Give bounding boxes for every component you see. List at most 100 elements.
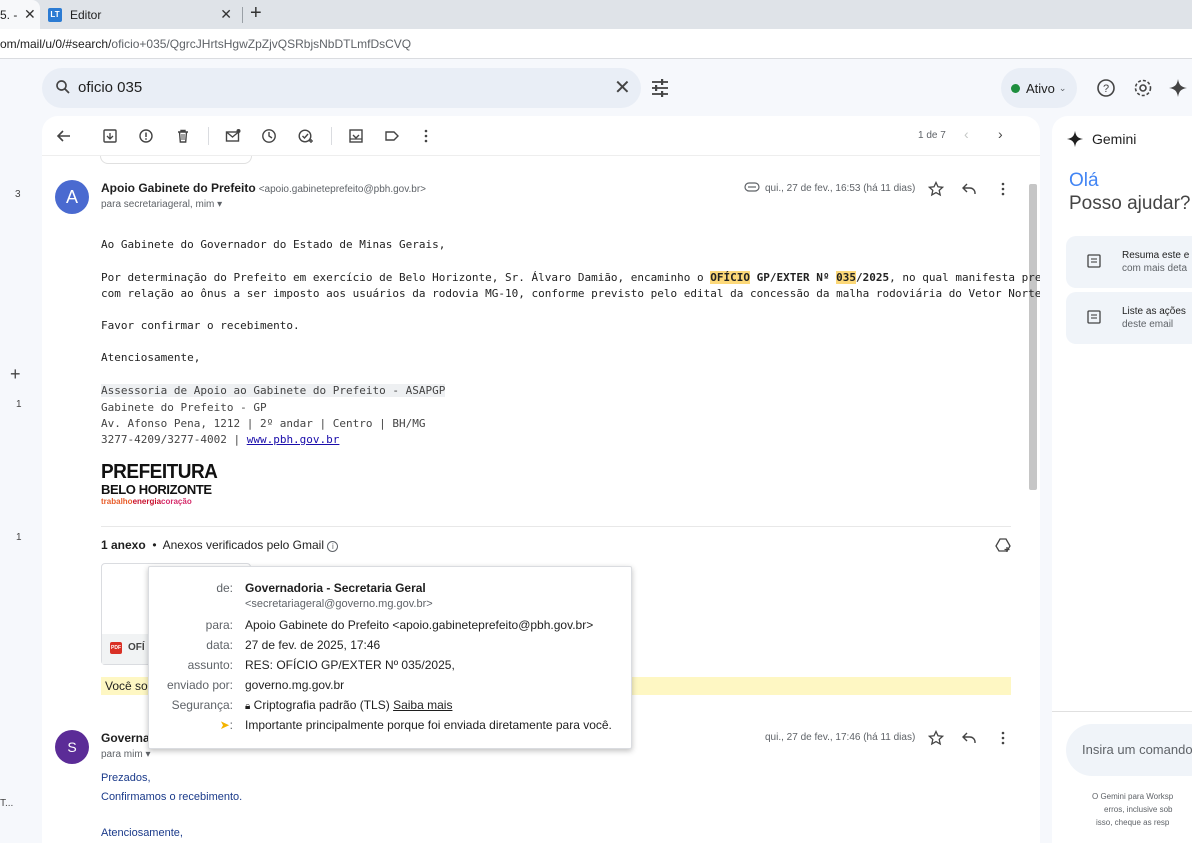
sender-name[interactable]: Apoio Gabinete do Prefeito <apoio.gabinet… [101, 181, 426, 195]
new-tab-icon[interactable]: + [250, 2, 262, 25]
search-options-icon[interactable] [650, 78, 670, 98]
gemini-sparkle-icon[interactable] [1168, 78, 1188, 98]
close-icon[interactable]: ✕ [220, 6, 232, 23]
chevron-down-icon: ▾ [145, 749, 151, 760]
status-dot [1011, 83, 1020, 93]
gemini-greeting: Olá [1069, 170, 1099, 191]
delete-trash-icon[interactable] [175, 128, 191, 144]
save-to-drive-icon[interactable] [995, 537, 1011, 553]
rail-label[interactable]: T... [0, 798, 13, 809]
settings-gear-icon[interactable] [1133, 78, 1153, 98]
gemini-suggestion-actions[interactable]: Liste as ações deste email [1066, 292, 1192, 344]
tab-gmail[interactable]: 5. - ✕ [0, 0, 40, 29]
info-icon[interactable]: i [327, 541, 339, 552]
status-selector[interactable]: Ativo ⌄ [1001, 68, 1077, 108]
attachments-verified: Anexos verificados pelo Gmail [162, 538, 324, 552]
move-to-icon[interactable] [348, 128, 364, 144]
detail-value: Governadoria - Secretaria Geral [245, 581, 426, 595]
snooze-clock-icon[interactable] [261, 128, 277, 144]
archive-icon[interactable] [102, 128, 118, 144]
website-link[interactable]: www.pbh.gov.br [247, 433, 340, 446]
help-icon[interactable]: ? [1096, 78, 1116, 98]
recipients-details-toggle[interactable]: para secretariageral, mim ▾ [101, 199, 222, 210]
svg-text:?: ? [1103, 83, 1109, 95]
add-label-icon[interactable]: + [10, 364, 21, 385]
rail-count: 1 [16, 532, 22, 543]
gemini-suggestion-summarize[interactable]: Resuma este e com mais deta [1066, 236, 1192, 288]
attachments-header: 1 anexo • Anexos verificados pelo Gmail … [101, 538, 339, 552]
detail-label: para: [205, 618, 233, 632]
previous-page-icon[interactable]: ‹ [964, 126, 969, 142]
search-input[interactable]: oficio 035 [78, 79, 142, 96]
gemini-title: Gemini [1092, 131, 1137, 147]
languagetool-icon: LT [48, 7, 62, 22]
mark-unread-icon[interactable] [225, 128, 241, 144]
signature-line: Gabinete do Prefeito - GP [101, 401, 267, 414]
more-options-icon[interactable] [418, 128, 434, 144]
logo-line: PREFEITURA [101, 461, 218, 484]
avatar[interactable]: A [55, 180, 89, 214]
logo-word: energia [132, 497, 162, 506]
detail-label: data: [206, 638, 233, 652]
importance-colon: : [229, 718, 233, 732]
tab-editor-label: Editor [70, 7, 102, 22]
email-paragraph: Por determinação do Prefeito em exercíci… [101, 271, 1040, 284]
url-text[interactable]: om/mail/u/0/#search/oficio+035/QgrcJHrts… [0, 37, 411, 51]
detail-value: RES: OFÍCIO GP/EXTER Nº 035/2025, [245, 658, 455, 672]
sender-name[interactable]: Governa [101, 731, 150, 745]
importance-marker-icon: ➤ [219, 718, 230, 732]
reply-body-line: Prezados, [101, 772, 151, 784]
email-date: qui., 27 de fev., 17:46 (há 11 dias) [765, 732, 916, 743]
scrollbar-thumb[interactable] [1029, 184, 1037, 490]
avatar[interactable]: S [55, 730, 89, 764]
search-bar[interactable]: oficio 035 ✕ [42, 68, 668, 108]
star-icon[interactable] [928, 181, 944, 197]
address-bar[interactable]: om/mail/u/0/#search/oficio+035/QgrcJHrts… [0, 29, 1192, 59]
detail-label: enviado por: [166, 678, 233, 692]
recipients-text: para mim [101, 749, 143, 760]
tab-gmail-label: 5. - [0, 7, 18, 22]
add-task-icon[interactable] [298, 128, 314, 144]
gemini-prompt-input[interactable]: Insira um comando [1066, 724, 1192, 776]
detail-value: <secretariageral@governo.mg.gov.br> [245, 598, 433, 610]
reply-icon[interactable] [961, 181, 977, 197]
signature-line: Assessoria de Apoio ao Gabinete do Prefe… [101, 384, 446, 397]
sender-email: <apoio.gabineteprefeito@pbh.gov.br> [258, 184, 427, 195]
clear-search-icon[interactable]: ✕ [614, 75, 631, 100]
message-toolbar: 1 de 7 ‹ › [42, 116, 1040, 156]
gemini-disclaimer: erros, inclusive sob [1104, 805, 1173, 814]
search-highlight: 035 [836, 271, 856, 284]
report-spam-icon[interactable] [138, 128, 154, 144]
tab-editor[interactable]: LT Editor ✕ [44, 0, 240, 29]
sender-name-text: Apoio Gabinete do Prefeito [101, 181, 256, 195]
close-icon[interactable]: ✕ [24, 6, 36, 23]
logo-line: BELO HORIZONTE [101, 482, 212, 497]
recipients-text: para secretariageral, mim [101, 199, 215, 210]
attachment-clip-icon [744, 182, 760, 192]
security-text: Criptografia padrão (TLS) [253, 698, 394, 712]
summarize-icon [1087, 254, 1101, 268]
divider [1052, 711, 1192, 712]
rail-count: 3 [15, 189, 21, 200]
detail-value: governo.mg.gov.br [245, 678, 345, 692]
detail-label: assunto: [187, 658, 233, 672]
text-segment: Por determinação do Prefeito em exercíci… [101, 271, 711, 284]
recipients-details-toggle[interactable]: para mim ▾ [101, 749, 151, 760]
back-arrow-icon[interactable] [56, 128, 72, 144]
suggestion-text: Resuma este e [1122, 250, 1190, 261]
detail-label: ➤: [149, 718, 233, 732]
learn-more-link[interactable]: Saiba mais [393, 698, 452, 712]
next-page-icon[interactable]: › [998, 126, 1003, 142]
label-tag-icon[interactable] [384, 128, 400, 144]
text-segment: GP/EXTER Nº [750, 271, 837, 284]
more-options-icon[interactable] [995, 730, 1011, 746]
message-details-popover: de: Governadoria - Secretaria Geral <sec… [148, 566, 632, 749]
gemini-disclaimer: O Gemini para Worksp [1092, 792, 1174, 801]
star-icon[interactable] [928, 730, 944, 746]
more-options-icon[interactable] [995, 181, 1011, 197]
search-icon[interactable] [54, 78, 72, 96]
search-highlight: OFÍCIO [710, 271, 751, 284]
prompt-placeholder: Insira um comando [1082, 742, 1192, 757]
email-confirm-line: Favor confirmar o recebimento. [101, 319, 300, 332]
reply-icon[interactable] [961, 730, 977, 746]
